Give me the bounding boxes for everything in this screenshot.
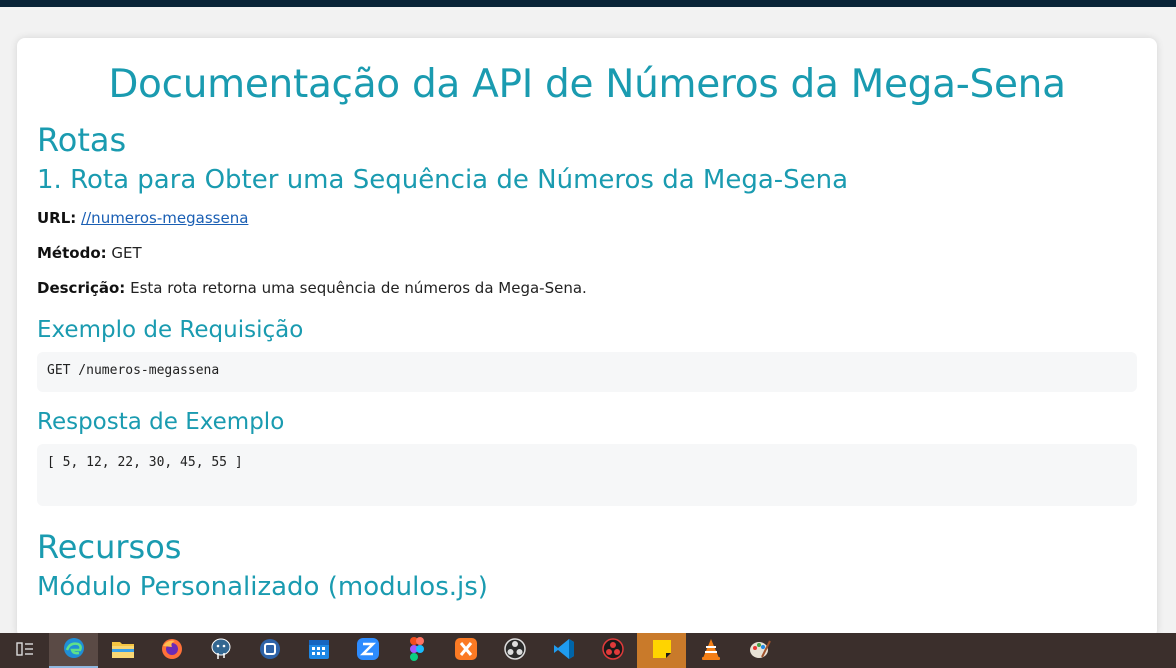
taskbar-obs[interactable]	[490, 633, 539, 668]
taskbar-figma[interactable]	[392, 633, 441, 668]
request-example-heading: Exemplo de Requisição	[37, 317, 304, 343]
taskbar-virtualbox[interactable]	[245, 633, 294, 668]
taskbar-zoom[interactable]	[343, 633, 392, 668]
method-label: Método:	[37, 244, 107, 262]
taskbar-xampp[interactable]	[441, 633, 490, 668]
figma-icon	[409, 636, 425, 665]
taskbar-vlc[interactable]	[686, 633, 735, 668]
documentation-card: Documentação da API de Números da Mega-S…	[17, 38, 1157, 638]
xampp-icon	[454, 637, 478, 665]
davinci-icon	[601, 637, 625, 665]
vlc-icon	[699, 637, 723, 665]
virtualbox-icon	[258, 637, 282, 665]
description-label: Descrição:	[37, 279, 126, 297]
route1-heading: 1. Rota para Obter uma Sequência de Núme…	[37, 165, 849, 195]
taskbar-postgresql[interactable]	[196, 633, 245, 668]
taskbar-vscode[interactable]	[539, 633, 588, 668]
description-line: Descrição: Esta rota retorna uma sequênc…	[37, 278, 1137, 298]
method-value: GET	[111, 244, 142, 262]
description-value: Esta rota retorna uma sequência de númer…	[130, 279, 587, 297]
paint-icon	[748, 637, 772, 665]
zoom-icon	[356, 637, 380, 665]
url-label: URL:	[37, 209, 77, 227]
sticky-notes-icon	[651, 638, 673, 664]
windows-taskbar	[0, 633, 1176, 668]
taskbar-firefox[interactable]	[147, 633, 196, 668]
task-view-icon	[15, 641, 34, 661]
calendar-icon	[307, 637, 331, 665]
postgresql-icon	[209, 637, 233, 665]
vscode-icon	[552, 637, 576, 665]
resources-heading: Recursos	[37, 528, 182, 566]
taskbar-davinci[interactable]	[588, 633, 637, 668]
task-view-button[interactable]	[0, 633, 49, 668]
obs-icon	[503, 637, 527, 665]
taskbar-calendar[interactable]	[294, 633, 343, 668]
method-line: Método: GET	[37, 243, 1137, 263]
module-heading: Módulo Personalizado (modulos.js)	[37, 572, 488, 602]
taskbar-sticky-notes[interactable]	[637, 633, 686, 668]
edge-icon	[62, 636, 86, 664]
request-example-code: GET /numeros-megassena	[37, 352, 1137, 392]
firefox-icon	[160, 637, 184, 665]
url-link[interactable]: //numeros-megassena	[81, 209, 248, 227]
browser-top-bar	[0, 0, 1176, 7]
file-explorer-icon	[111, 638, 135, 664]
page-title: Documentação da API de Números da Mega-S…	[108, 62, 1066, 107]
url-line: URL: //numeros-megassena	[37, 208, 1137, 228]
routes-heading: Rotas	[37, 121, 127, 159]
taskbar-paint[interactable]	[735, 633, 784, 668]
taskbar-file-explorer[interactable]	[98, 633, 147, 668]
response-example-code: [ 5, 12, 22, 30, 45, 55 ]	[37, 444, 1137, 506]
response-example-heading: Resposta de Exemplo	[37, 409, 285, 435]
taskbar-edge[interactable]	[49, 633, 98, 668]
